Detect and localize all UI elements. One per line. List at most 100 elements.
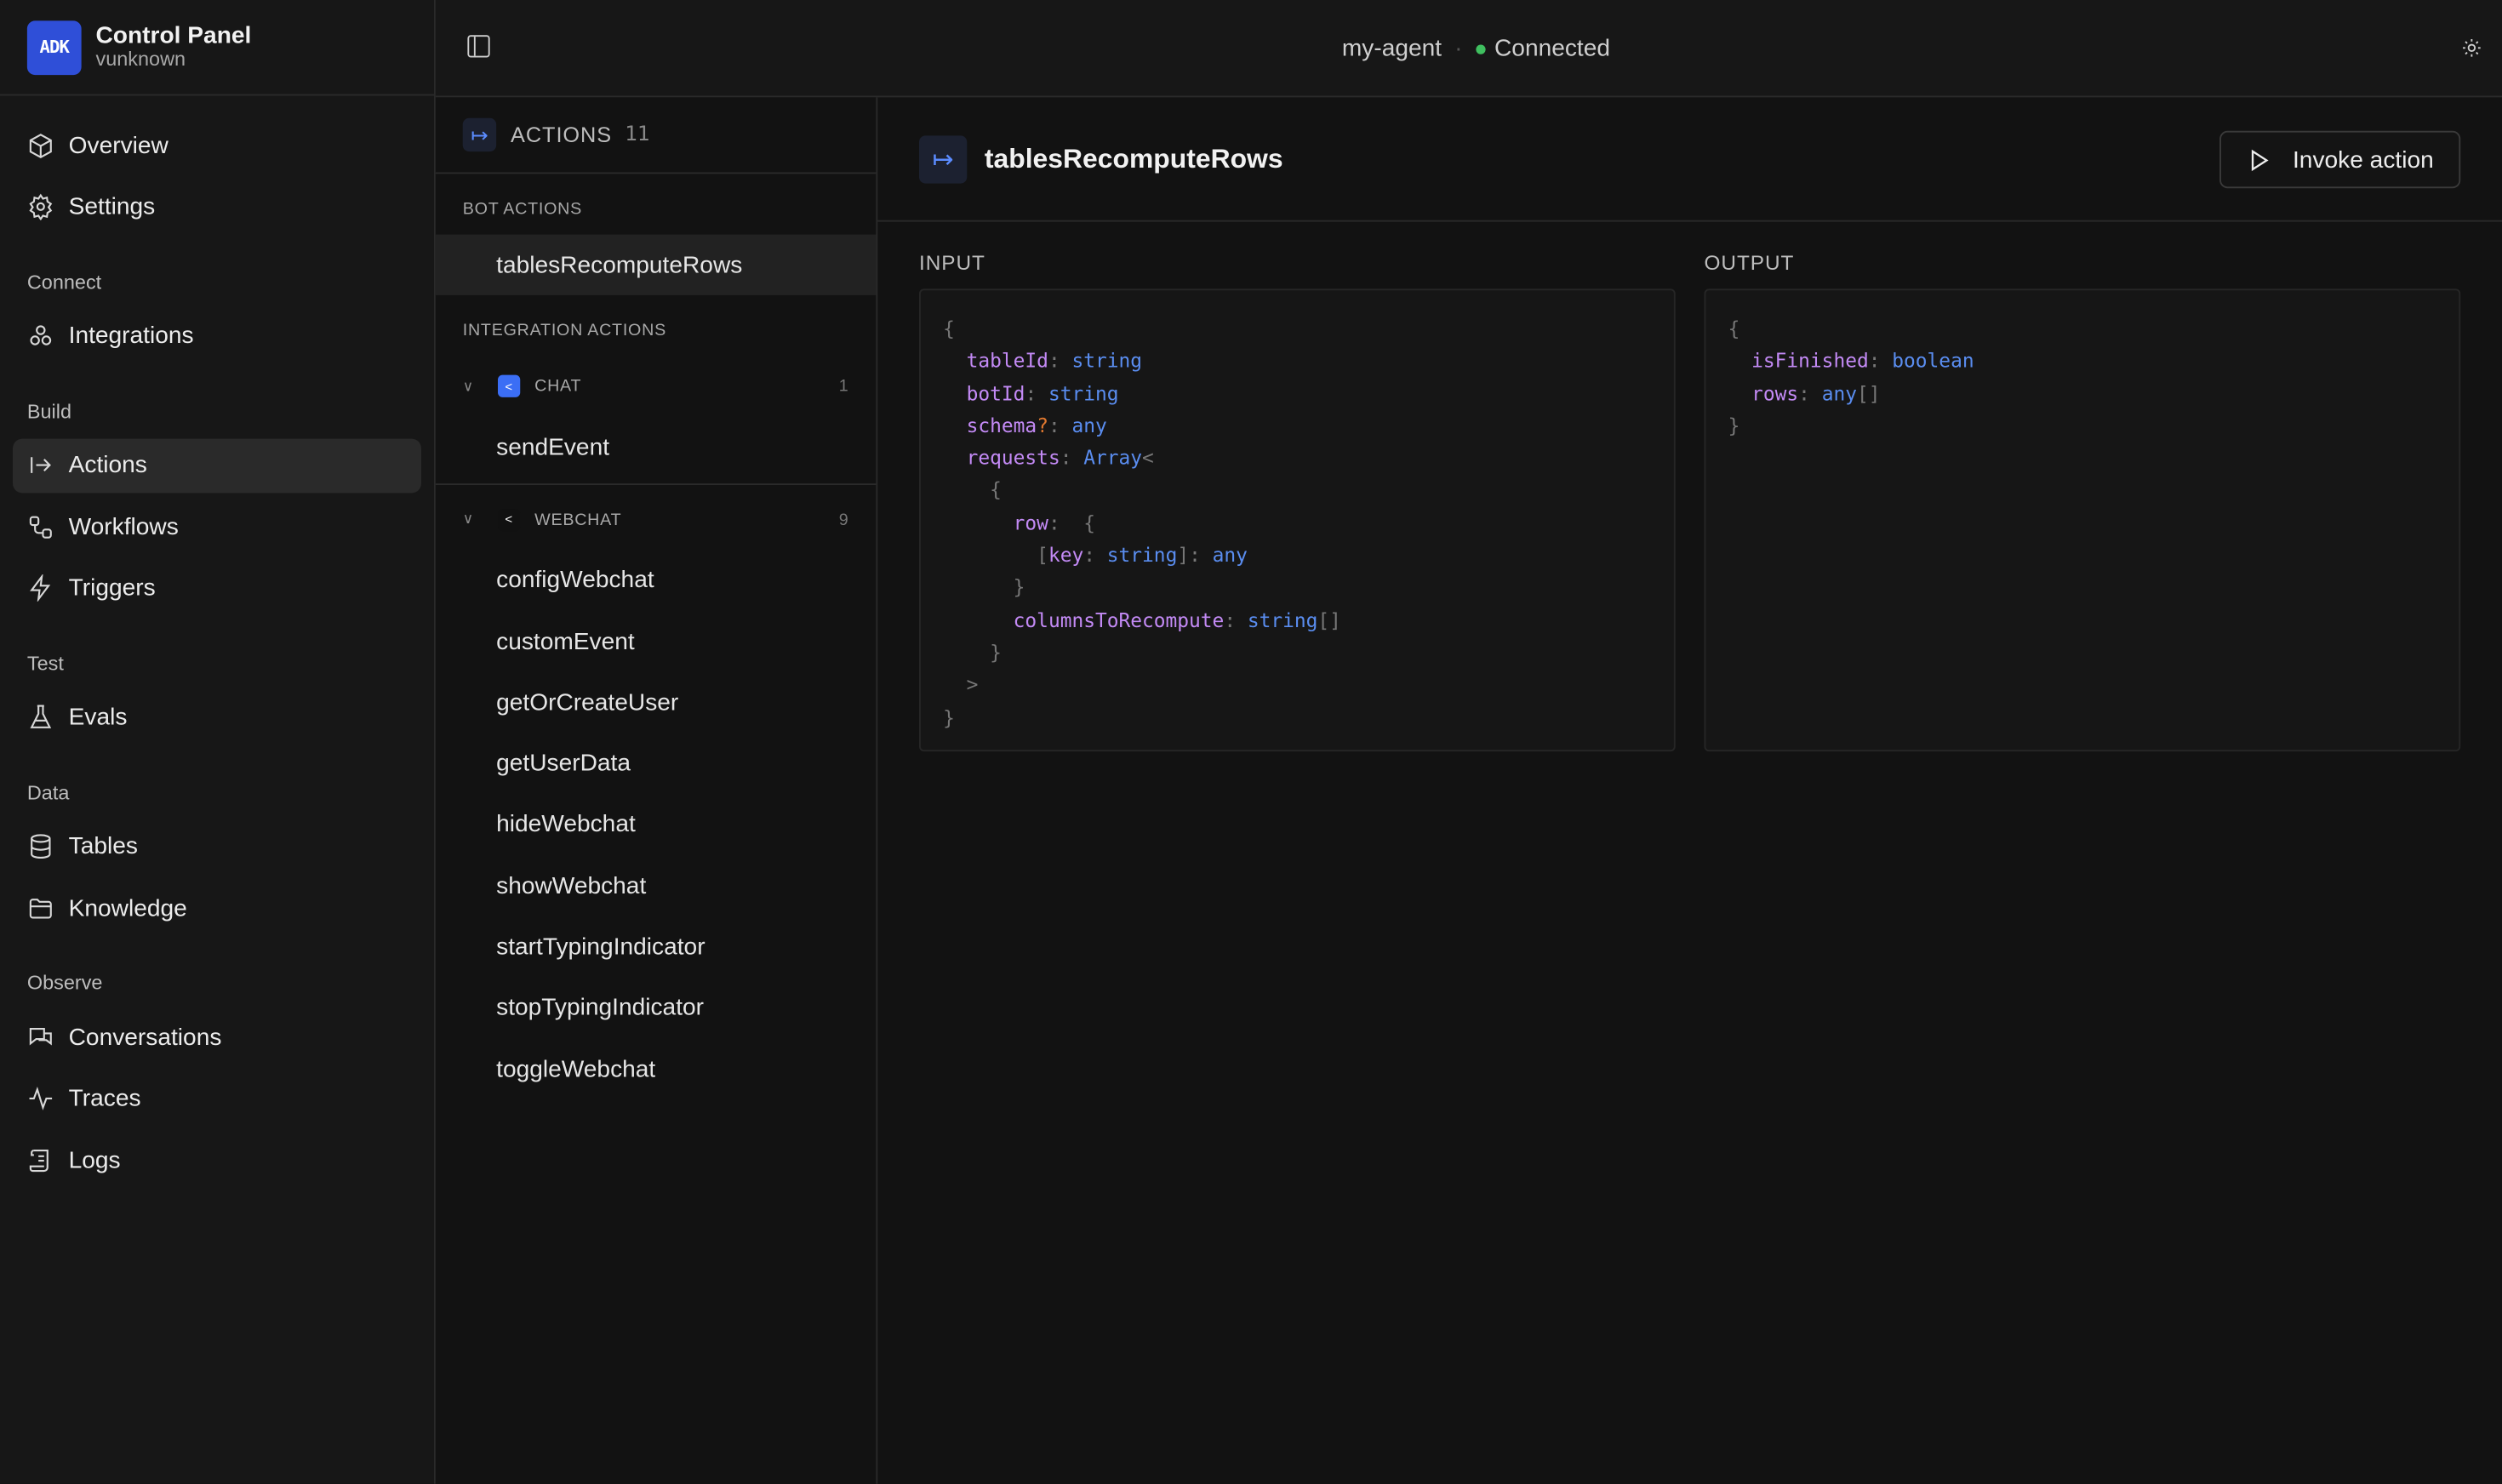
code-punct: : [1025,382,1048,404]
scroll-icon [27,1146,54,1173]
sidebar-item-settings[interactable]: Settings [13,180,421,234]
adk-logo: ADK [27,20,82,74]
action-detail: ↦ tablesRecomputeRows Invoke action INPU… [877,97,2502,1483]
action-item-configWebchat[interactable]: configWebchat [436,550,877,611]
code-punct: : { [1048,511,1095,534]
code-punct: { [1728,317,1740,340]
code-type: Array [1083,447,1142,469]
sidebar-item-label: Settings [69,193,156,220]
integration-group-webchat[interactable]: ∨ < WEBCHAT 9 [436,489,877,550]
flask-icon [27,704,54,731]
status-dot-icon [1475,44,1484,54]
sidebar-item-integrations[interactable]: Integrations [13,309,421,363]
sidebar-item-label: Integrations [69,322,194,350]
chat-icon [27,1024,54,1051]
code-line: isFinished: boolean [1728,345,2437,378]
integration-name: CHAT [534,377,581,397]
action-item-showWebchat[interactable]: showWebchat [436,855,877,916]
code-punct: [] [1857,382,1881,404]
code-line: tableId: string [943,345,1652,378]
integration-count: 9 [839,510,849,529]
theme-toggle-sun-icon[interactable] [2462,38,2482,58]
integration-count: 1 [839,377,849,397]
divider [436,482,877,484]
sidebar-item-label: Evals [69,704,128,731]
code-line: } [943,572,1652,604]
action-item-getUserData[interactable]: getUserData [436,733,877,795]
action-item-sendEvent[interactable]: sendEvent [436,417,877,478]
app: ADK Control Panel vunknown Overview Setti… [0,0,2502,1484]
invoke-action-button[interactable]: Invoke action [2219,131,2460,189]
sidebar-item-label: Workflows [69,513,179,540]
code-line: { [943,475,1652,507]
code-punct: { [943,479,1002,501]
code-punct: : [1060,447,1084,469]
actions-count: 11 [625,123,649,146]
app-version: vunknown [96,49,252,71]
action-item-stopTypingIndicator[interactable]: stopTypingIndicator [436,978,877,1039]
action-item-tablesRecomputeRows[interactable]: tablesRecomputeRows [436,235,877,296]
code-key: schema [943,414,1037,437]
code-punct: } [1728,414,1740,437]
integration-group-chat[interactable]: ∨<CHAT1 [436,357,877,417]
code-key: key [1048,545,1083,567]
sidebar-section-observe: Observe [13,972,421,994]
code-type: any [1213,545,1248,567]
integration-name: WEBCHAT [534,510,621,529]
code-line: { [943,313,1652,345]
top-bar: my-agent · Connected [436,0,2502,97]
code-line: schema?: any [943,410,1652,442]
code-type: any [1822,382,1857,404]
action-item-toggleWebchat[interactable]: toggleWebchat [436,1039,877,1100]
action-title: tablesRecomputeRows [985,143,1283,175]
integration-logo-icon: < [498,508,520,530]
sidebar-item-knowledge[interactable]: Knowledge [13,881,421,935]
sidebar-item-workflows[interactable]: Workflows [13,499,421,554]
code-punct: } [943,577,1025,599]
code-punct: : [1869,350,1893,372]
connection-status: my-agent · Connected [1342,35,1610,62]
action-item-getOrCreateUser[interactable]: getOrCreateUser [436,672,877,733]
sidebar-item-label: Actions [69,452,147,479]
code-line: row: { [943,507,1652,539]
action-item-customEvent[interactable]: customEvent [436,611,877,672]
output-schema: { isFinished: boolean rows: any[]} [1705,288,2461,751]
code-line: } [943,636,1652,669]
code-punct: ]: [1177,545,1212,567]
action-arrow-icon [27,452,54,479]
code-punct: : [1224,609,1248,631]
code-key: tableId [943,350,1048,372]
input-schema: { tableId: string botId: string schema?:… [919,288,1676,751]
sidebar-item-tables[interactable]: Tables [13,819,421,874]
sidebar-item-triggers[interactable]: Triggers [13,561,421,615]
chevron-down-icon: ∨ [463,511,479,528]
cube-icon [27,132,54,159]
sidebar-item-overview[interactable]: Overview [13,118,421,173]
sidebar-nav: OverviewSettingsConnectIntegrationsBuild… [0,96,434,1217]
code-punct: : [1798,382,1822,404]
brand[interactable]: ADK Control Panel vunknown [0,0,434,96]
bot-actions-heading: BOT ACTIONS [436,174,877,234]
code-line: > [943,669,1652,701]
sidebar-item-actions[interactable]: Actions [13,438,421,493]
sidebar-item-evals[interactable]: Evals [13,690,421,745]
sidebar-item-label: Knowledge [69,894,187,922]
play-icon [2247,147,2271,171]
code-line: rows: any[] [1728,378,2437,410]
sidebar-item-conversations[interactable]: Conversations [13,1010,421,1064]
pulse-icon [27,1085,54,1112]
action-item-hideWebchat[interactable]: hideWebchat [436,794,877,855]
code-type: string [1248,609,1318,631]
sidebar-item-label: Overview [69,132,169,159]
sidebar-item-traces[interactable]: Traces [13,1071,421,1126]
sidebar-toggle-icon[interactable] [467,35,489,57]
code-punct: : [1048,350,1072,372]
code-line: botId: string [943,378,1652,410]
workflow-icon [27,513,54,540]
integration-logo-icon: < [498,375,520,397]
code-type: boolean [1892,350,1974,372]
action-item-startTypingIndicator[interactable]: startTypingIndicator [436,916,877,978]
code-punct: { [943,317,955,340]
sidebar-item-label: Tables [69,833,138,860]
sidebar-item-logs[interactable]: Logs [13,1133,421,1187]
